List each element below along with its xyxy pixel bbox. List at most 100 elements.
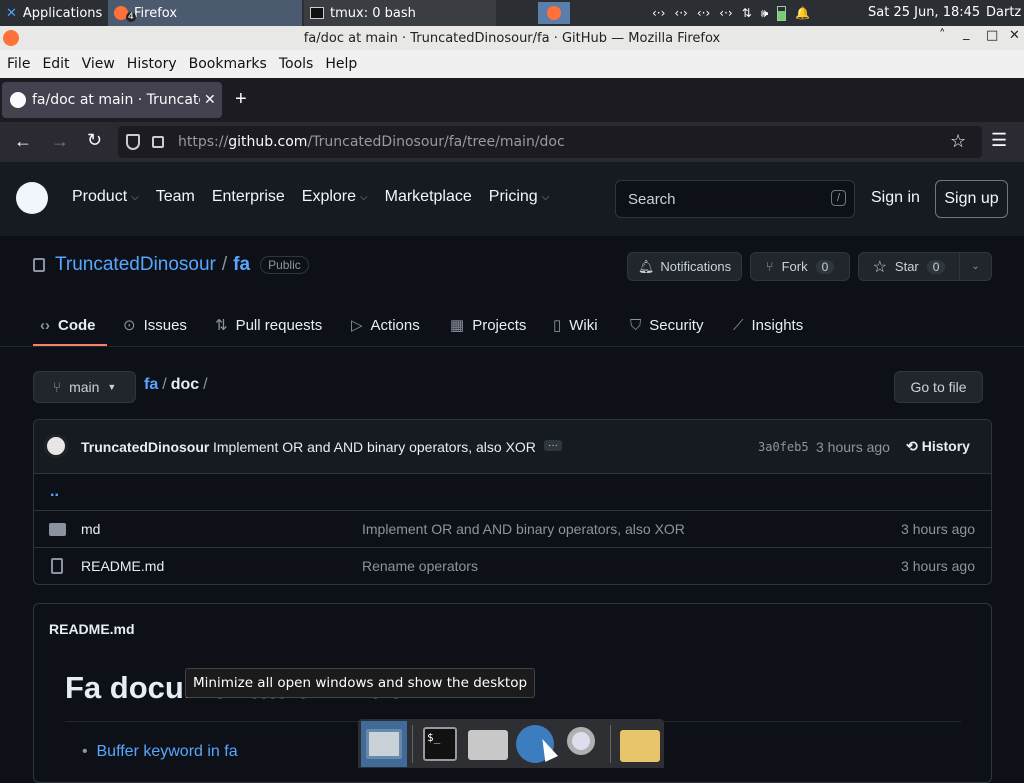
clock[interactable]: Sat 25 Jun, 18:45: [868, 5, 980, 20]
new-tab-icon[interactable]: +: [235, 88, 247, 111]
readme-list-item[interactable]: • Buffer keyword in fa: [82, 743, 238, 761]
commit-ellipsis-button[interactable]: ···: [544, 440, 562, 451]
lock-icon[interactable]: [152, 136, 164, 148]
nav-product[interactable]: Product ⌵: [72, 188, 139, 206]
back-icon[interactable]: ←: [14, 131, 32, 152]
tab-security[interactable]: ⛉ Security: [630, 304, 703, 346]
tab-actions[interactable]: ▷ Actions: [351, 304, 420, 346]
sign-in-link[interactable]: Sign in: [871, 189, 920, 207]
notification-bell-icon[interactable]: 🔔: [795, 6, 810, 20]
menu-edit[interactable]: Edit: [36, 56, 75, 72]
table-row[interactable]: md Implement OR and AND binary operators…: [33, 510, 991, 547]
star-icon: ☆: [872, 258, 887, 276]
network-icon[interactable]: ‹·›: [652, 6, 665, 20]
user-name[interactable]: Dartz: [986, 5, 1021, 20]
url-scheme: https://: [178, 134, 229, 150]
network-icon[interactable]: ‹·›: [719, 6, 732, 20]
search-icon[interactable]: [567, 727, 595, 755]
xfce-icon: ✕: [6, 5, 17, 21]
file-name[interactable]: md: [81, 521, 100, 537]
task-firefox[interactable]: 4 Firefox: [108, 0, 302, 26]
file-commit-message[interactable]: Rename operators: [362, 558, 478, 574]
show-desktop-icon[interactable]: [361, 721, 407, 767]
commit-author[interactable]: TruncatedDinosour: [81, 439, 209, 455]
window-titlebar[interactable]: fa/doc at main · TruncatedDinosour/fa · …: [0, 26, 1024, 50]
commit-message[interactable]: Implement OR and AND binary operators, a…: [213, 439, 536, 455]
workspace-firefox-icon[interactable]: [538, 2, 570, 24]
menu-tools[interactable]: Tools: [273, 56, 320, 72]
nav-explore[interactable]: Explore ⌵: [302, 188, 368, 206]
tab-issues[interactable]: ⊙ Issues: [123, 304, 187, 346]
branch-selector[interactable]: ⑂ main ▼: [33, 371, 136, 403]
transfer-icon[interactable]: ⇅: [742, 6, 752, 20]
play-icon: ▷: [351, 317, 363, 334]
file-icon: [51, 558, 63, 574]
search-input[interactable]: Search /: [615, 180, 855, 218]
tab-wiki[interactable]: ▯ Wiki: [553, 304, 598, 346]
shield-icon[interactable]: [126, 134, 140, 150]
go-to-file-button[interactable]: Go to file: [894, 371, 983, 403]
volume-icon[interactable]: 🕪: [761, 6, 769, 21]
fork-button[interactable]: ⑂ Fork 0: [750, 252, 850, 281]
star-button[interactable]: ☆ Star 0: [858, 252, 960, 281]
breadcrumb-root[interactable]: fa: [144, 376, 158, 394]
navigation-bar: ← → ↻ https://github.com/TruncatedDinoso…: [0, 122, 1024, 162]
nav-pricing[interactable]: Pricing ⌵: [489, 188, 550, 206]
caret-down-icon: ▼: [107, 382, 117, 392]
avatar[interactable]: [44, 434, 68, 458]
task-terminal[interactable]: tmux: 0 bash: [304, 0, 496, 26]
menu-help[interactable]: Help: [319, 56, 363, 72]
applications-menu[interactable]: ✕ Applications: [0, 0, 108, 26]
shield-icon: ⛉: [630, 316, 642, 334]
github-logo-icon[interactable]: [16, 182, 48, 214]
nav-marketplace[interactable]: Marketplace: [385, 188, 472, 206]
pull-request-icon: ⇅: [215, 317, 228, 334]
notifications-button[interactable]: 🔔︎ Notifications: [627, 252, 742, 281]
history-link[interactable]: ⟲ History: [906, 438, 970, 455]
network-icon[interactable]: ‹·›: [674, 6, 687, 20]
file-manager-icon[interactable]: [620, 730, 660, 762]
sign-up-button[interactable]: Sign up: [935, 180, 1008, 218]
maximize-icon[interactable]: □: [986, 28, 998, 43]
menu-bookmarks[interactable]: Bookmarks: [183, 56, 273, 72]
repo-name-link[interactable]: fa: [233, 254, 250, 276]
menu-history[interactable]: History: [121, 56, 183, 72]
home-folder-icon[interactable]: [468, 730, 508, 760]
menu-file[interactable]: File: [0, 56, 36, 72]
file-name[interactable]: README.md: [81, 558, 164, 574]
tab-code[interactable]: ‹› Code: [40, 304, 96, 346]
window-title: fa/doc at main · TruncatedDinosour/fa · …: [303, 30, 721, 46]
window-collapse-icon[interactable]: ˄: [939, 28, 946, 43]
bookmark-star-icon[interactable]: ☆: [950, 131, 966, 152]
network-icon[interactable]: ‹·›: [697, 6, 710, 20]
menu-view[interactable]: View: [76, 56, 121, 72]
reload-icon[interactable]: ↻: [87, 130, 102, 151]
close-icon[interactable]: ✕: [1009, 28, 1020, 43]
nav-enterprise[interactable]: Enterprise: [212, 188, 285, 206]
tab-insights[interactable]: ⟋ Insights: [733, 304, 803, 346]
bell-icon: 🔔︎: [637, 258, 655, 274]
url-bar[interactable]: https://github.com/TruncatedDinosour/fa/…: [118, 126, 982, 158]
forward-icon[interactable]: →: [51, 131, 69, 152]
battery-icon[interactable]: [777, 5, 787, 21]
file-commit-message[interactable]: Implement OR and AND binary operators, a…: [362, 521, 685, 537]
hamburger-menu-icon[interactable]: ☰: [991, 130, 1007, 151]
browser-tab[interactable]: fa/doc at main · Truncate ✕: [2, 82, 222, 118]
close-tab-icon[interactable]: ✕: [204, 92, 216, 108]
minimize-icon[interactable]: _: [963, 26, 970, 41]
tab-bar: fa/doc at main · Truncate ✕ +: [0, 78, 1024, 122]
parent-dir-row[interactable]: ..: [33, 473, 991, 510]
table-row[interactable]: README.md Rename operators 3 hours ago: [33, 547, 991, 584]
nav-team[interactable]: Team: [156, 188, 195, 206]
terminal-icon[interactable]: $_: [423, 727, 457, 761]
branch-icon: ⑂: [52, 379, 62, 395]
readme-title[interactable]: README.md: [49, 621, 135, 637]
star-dropdown-button[interactable]: ⌄: [959, 252, 992, 281]
repo-owner-link[interactable]: TruncatedDinosour: [55, 254, 216, 276]
tab-pull-requests[interactable]: ⇅ Pull requests: [215, 304, 322, 346]
parent-dir-link[interactable]: ..: [50, 483, 59, 501]
tab-projects[interactable]: ▦ Projects: [450, 304, 526, 346]
commit-hash[interactable]: 3a0feb5: [758, 440, 809, 454]
commit-time: 3 hours ago: [816, 438, 890, 455]
breadcrumb: fa / doc /: [144, 376, 208, 394]
